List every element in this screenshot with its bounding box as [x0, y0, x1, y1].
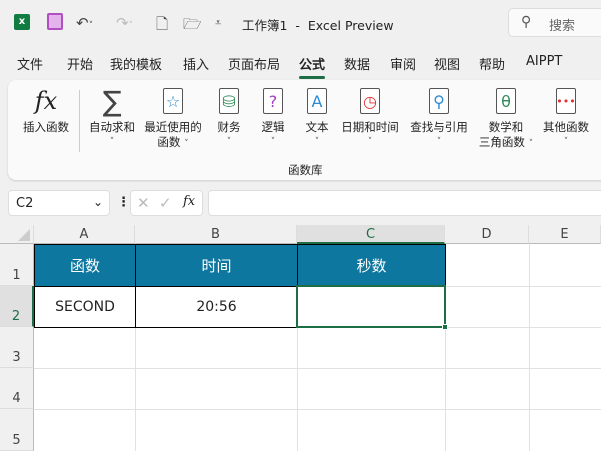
question-icon: ?: [263, 88, 283, 114]
open-folder-icon[interactable]: 🗁: [183, 14, 202, 39]
lookup-reference-button[interactable]: ⚲ 查找与引用 ˅: [406, 86, 472, 150]
tab-templates[interactable]: 我的模板: [110, 54, 162, 73]
label: 函数: [157, 135, 181, 149]
cell-c2-selected[interactable]: [296, 285, 446, 328]
formula-input[interactable]: [208, 190, 601, 216]
chevron-down-icon: ˅: [528, 139, 534, 149]
chevron-down-icon: ˅: [226, 137, 232, 147]
more-functions-button[interactable]: ••• 其他函数 ˅: [540, 86, 592, 150]
autosum-button[interactable]: ∑ 自动求和 ˅: [86, 86, 138, 150]
label: 最近使用的: [144, 120, 202, 134]
tab-aippt[interactable]: AIPPT: [526, 54, 562, 69]
more-options-icon[interactable]: ⋮: [117, 195, 130, 210]
insert-function-button[interactable]: fx 插入函数: [20, 86, 72, 135]
math-trig-button[interactable]: θ 数学和 三角函数 ˅: [474, 86, 538, 152]
fx-icon: fx: [34, 86, 58, 115]
row-header-3[interactable]: 3: [0, 327, 34, 368]
tab-home[interactable]: 开始: [67, 54, 93, 73]
more-dots-icon: •••: [556, 88, 576, 114]
name-box[interactable]: C2 ⌄: [8, 190, 110, 216]
cell-b2[interactable]: 20:56: [135, 286, 298, 328]
row-header-1[interactable]: 1: [0, 244, 34, 286]
customize-toolbar-icon[interactable]: ⩡: [215, 16, 221, 30]
label: 查找与引用: [410, 120, 468, 134]
text-a-icon: A: [307, 88, 327, 114]
sigma-icon: ∑: [102, 84, 122, 118]
chevron-down-icon: ˅: [367, 137, 373, 147]
column-header-e[interactable]: E: [529, 225, 601, 244]
cell-a2[interactable]: SECOND: [34, 286, 136, 328]
column-header-b[interactable]: B: [135, 225, 297, 244]
formula-bar: C2 ⌄ ⋮ ✕ ✓ fx: [0, 190, 601, 220]
logical-button[interactable]: ? 逻辑 ˅: [256, 86, 290, 150]
formula-buttons: ✕ ✓ fx: [130, 190, 203, 216]
label: 数学和: [488, 120, 524, 134]
row-header-2[interactable]: 2: [0, 286, 34, 327]
fill-handle[interactable]: [442, 324, 448, 330]
label: 文本: [305, 120, 329, 134]
star-icon: ☆: [163, 88, 183, 114]
tab-data[interactable]: 数据: [344, 54, 370, 73]
chevron-down-icon: ˅: [109, 137, 115, 147]
column-header-d[interactable]: D: [445, 225, 529, 244]
undo-icon[interactable]: ↶˅: [76, 14, 93, 32]
name-box-value: C2: [16, 196, 34, 211]
excel-logo-icon: x: [14, 14, 30, 30]
cancel-icon[interactable]: ✕: [137, 194, 150, 212]
chevron-down-icon: ˅: [184, 139, 189, 149]
column-header-a[interactable]: A: [34, 225, 135, 244]
title-bar: x ↶˅ ↷˅ 🗋 🗁 ⩡ 工作簿1 - Excel Preview ⚲ 搜索: [0, 0, 601, 46]
insert-function-icon[interactable]: fx: [183, 194, 195, 209]
cell-b1[interactable]: 时间: [135, 244, 298, 287]
recently-used-button[interactable]: ☆ 最近使用的 函数 ˅: [140, 86, 206, 152]
label: 其他函数: [543, 120, 589, 134]
tab-file[interactable]: 文件: [17, 54, 43, 73]
label: 日期和时间: [341, 120, 399, 134]
select-all-corner[interactable]: [0, 225, 34, 244]
label: 逻辑: [261, 120, 285, 134]
chevron-down-icon: ˅: [270, 137, 276, 147]
search-box[interactable]: ⚲ 搜索: [508, 8, 601, 37]
text-button[interactable]: A 文本 ˅: [300, 86, 334, 150]
label: 财务: [217, 120, 241, 134]
chevron-down-icon: ˅: [436, 137, 442, 147]
tab-view[interactable]: 视图: [434, 54, 460, 73]
clock-icon: ◷: [360, 88, 380, 114]
search-icon: ⚲: [521, 14, 532, 30]
ribbon-tabs: 文件 开始 我的模板 插入 页面布局 公式 数据 审阅 视图 帮助 AIPPT: [0, 46, 601, 79]
financial-button[interactable]: ⛁ 财务 ˅: [212, 86, 246, 150]
magnifier-icon: ⚲: [429, 88, 449, 114]
confirm-icon[interactable]: ✓: [159, 194, 172, 212]
new-file-icon[interactable]: 🗋: [156, 14, 168, 39]
label: 三角函数: [478, 135, 525, 149]
search-placeholder: 搜索: [549, 19, 576, 34]
tab-help[interactable]: 帮助: [479, 54, 505, 73]
chevron-down-icon: ⌄: [92, 195, 103, 209]
column-header-c[interactable]: C: [297, 225, 445, 244]
chevron-down-icon: ˅: [314, 137, 320, 147]
save-icon[interactable]: [47, 13, 63, 30]
spreadsheet-grid: A B C D E 1 2 3 4 5 函数 时间 秒数 SECOND 20:5…: [0, 225, 601, 451]
label: 插入函数: [23, 120, 69, 134]
redo-icon[interactable]: ↷˅: [116, 14, 133, 32]
separator: [79, 90, 80, 152]
group-label: 函数库: [288, 163, 323, 177]
tab-formulas[interactable]: 公式: [299, 54, 326, 79]
row-header-5[interactable]: 5: [0, 409, 34, 451]
tab-insert[interactable]: 插入: [183, 54, 209, 73]
window-title: 工作簿1 - Excel Preview: [242, 18, 394, 33]
cell-a1[interactable]: 函数: [34, 244, 136, 287]
coins-icon: ⛁: [219, 88, 239, 114]
date-time-button[interactable]: ◷ 日期和时间 ˅: [338, 86, 402, 150]
cell-c1[interactable]: 秒数: [297, 244, 446, 287]
chevron-down-icon: ˅: [563, 137, 569, 147]
row-header-4[interactable]: 4: [0, 368, 34, 409]
tab-review[interactable]: 审阅: [390, 54, 416, 73]
tab-page-layout[interactable]: 页面布局: [228, 54, 280, 73]
label: 自动求和: [89, 120, 135, 134]
theta-icon: θ: [496, 88, 516, 114]
ribbon-formulas: fx 插入函数 ∑ 自动求和 ˅ ☆ 最近使用的 函数 ˅ ⛁ 财务 ˅ ? 逻辑 ˅ …: [8, 80, 601, 180]
